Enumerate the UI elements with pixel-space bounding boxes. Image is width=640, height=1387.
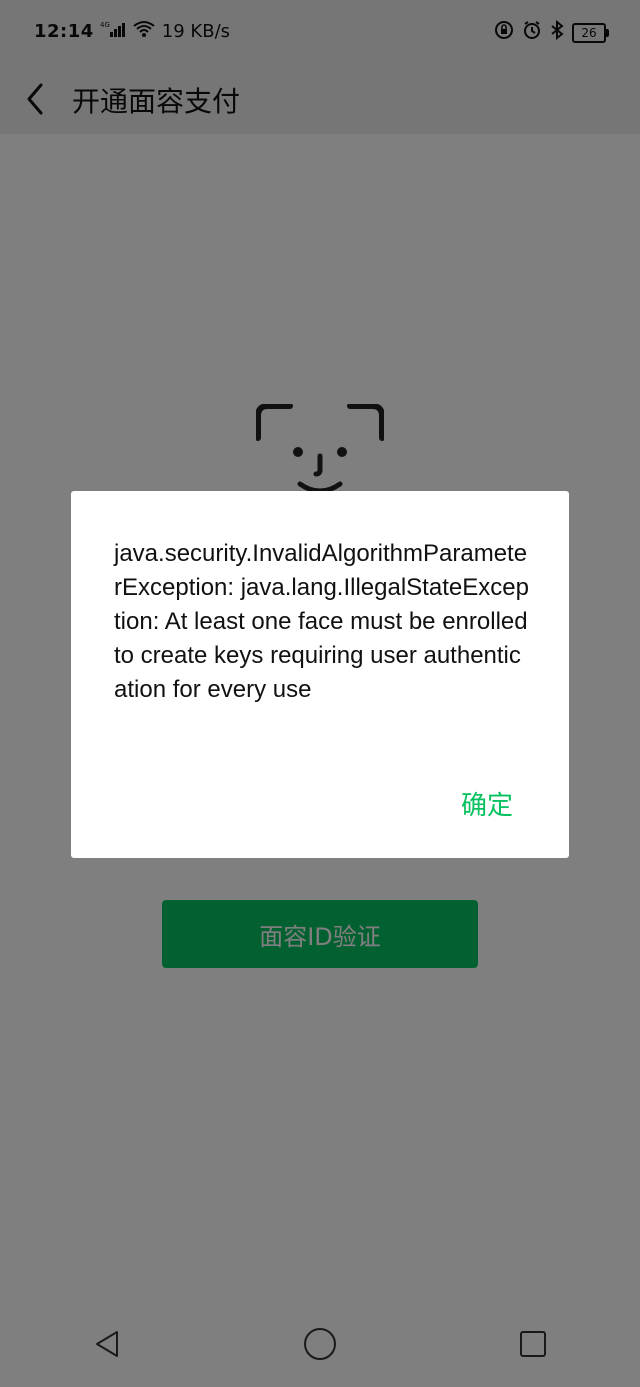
error-dialog: java.security.InvalidAlgorithmParameterE… [71,491,569,858]
dialog-message: java.security.InvalidAlgorithmParameterE… [114,540,529,703]
confirm-button[interactable]: 确定 [461,785,513,822]
